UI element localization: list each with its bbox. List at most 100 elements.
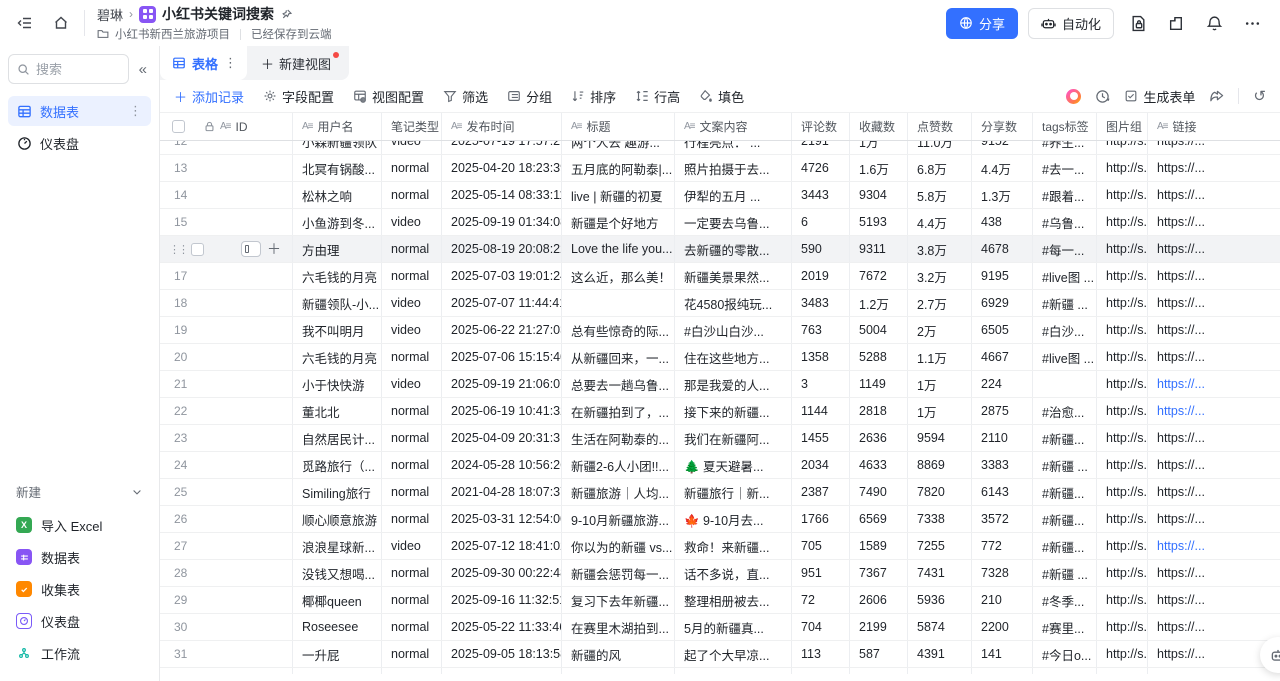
cell-title[interactable]: 总有些惊奇的际... <box>562 317 675 343</box>
cell-likes[interactable]: 8869 <box>908 452 972 478</box>
cell-id[interactable]: 26 <box>160 506 293 532</box>
cell-id[interactable]: 12 <box>160 141 293 154</box>
cell-time[interactable]: 2025-05-22 11:33:46 <box>442 614 562 640</box>
cell-likes[interactable]: 1.1万 <box>908 344 972 370</box>
cell-tags[interactable]: #新疆 ... <box>1033 560 1097 586</box>
cell-username[interactable]: 我不叫明月 <box>293 317 382 343</box>
cell-pics[interactable]: http://s... <box>1097 344 1148 370</box>
cell-shares[interactable]: 7328 <box>972 560 1033 586</box>
cell-favs[interactable]: 5004 <box>850 317 908 343</box>
automation-button[interactable]: 自动化 <box>1028 8 1114 39</box>
cell-time[interactable]: 2025-09-19 01:34:08 <box>442 209 562 235</box>
cell-type[interactable]: normal <box>382 182 442 208</box>
cell-shares[interactable] <box>972 668 1033 674</box>
cell-favs[interactable]: 5193 <box>850 209 908 235</box>
cell-comments[interactable]: 3 <box>792 371 850 397</box>
create-item-excel[interactable]: X导入 Excel <box>8 511 151 539</box>
cell-favs[interactable]: 4633 <box>850 452 908 478</box>
cell-title[interactable]: 新疆旅游｜人均... <box>562 479 675 505</box>
field-config-button[interactable]: 字段配置 <box>263 87 334 106</box>
chevron-down-icon[interactable] <box>131 486 143 498</box>
cell-type[interactable]: normal <box>382 452 442 478</box>
sidebar-item-dashboard[interactable]: 仪表盘 <box>8 128 151 158</box>
cell-username[interactable]: Similing旅行 <box>293 479 382 505</box>
cell-comments[interactable]: 1144 <box>792 398 850 424</box>
cell-comments[interactable]: 72 <box>792 587 850 613</box>
cell-comments[interactable]: 590 <box>792 236 850 262</box>
cell-id[interactable]: 29 <box>160 587 293 613</box>
cell-type[interactable]: video <box>382 290 442 316</box>
cell-likes[interactable] <box>908 668 972 674</box>
cell-id[interactable]: 19 <box>160 317 293 343</box>
cell-link[interactable]: https://... <box>1148 182 1280 208</box>
cell-title[interactable]: 从新疆回来，一... <box>562 344 675 370</box>
cell-tags[interactable]: #live图 ... <box>1033 344 1097 370</box>
cell-link[interactable]: https://... <box>1148 236 1280 262</box>
cell-title[interactable]: 两个人去 趣游... <box>562 141 675 154</box>
cell-likes[interactable]: 4391 <box>908 641 972 667</box>
tab-grid-view[interactable]: 表格 ⋮ <box>160 46 247 80</box>
cell-shares[interactable]: 6929 <box>972 290 1033 316</box>
cell-pics[interactable]: http://s... <box>1097 560 1148 586</box>
cell-username[interactable]: 六毛钱的月亮 <box>293 344 382 370</box>
cell-title[interactable]: 生活在阿勒泰的... <box>562 425 675 451</box>
cell-username[interactable]: 董北北 <box>293 398 382 424</box>
share-button[interactable]: 分享 <box>946 8 1018 39</box>
cell-type[interactable]: video <box>382 317 442 343</box>
cell-shares[interactable]: 6505 <box>972 317 1033 343</box>
cell-favs[interactable]: 587 <box>850 641 908 667</box>
cell-pics[interactable]: http://s... <box>1097 398 1148 424</box>
cell-content[interactable]: 花4580报纯玩... <box>675 290 792 316</box>
cell-link[interactable]: https://... <box>1148 263 1280 289</box>
cell-username[interactable]: 顺心顺意旅游 <box>293 506 382 532</box>
column-header-tags[interactable]: tags标签 <box>1033 113 1097 140</box>
cell-shares[interactable]: 2110 <box>972 425 1033 451</box>
cell-type[interactable]: video <box>382 141 442 154</box>
cell-type[interactable]: normal <box>382 614 442 640</box>
cell-likes[interactable]: 7338 <box>908 506 972 532</box>
cell-pics[interactable]: http://s... <box>1097 209 1148 235</box>
cell-link[interactable]: https://... <box>1148 141 1280 154</box>
cell-time[interactable]: 2025-09-05 18:13:58 <box>442 641 562 667</box>
cell-type[interactable]: normal <box>382 344 442 370</box>
cell-username[interactable]: 小于快快游 <box>293 371 382 397</box>
cell-content[interactable]: 接下来的新疆... <box>675 398 792 424</box>
cell-username[interactable]: 小森新疆领队 <box>293 141 382 154</box>
cell-shares[interactable]: 224 <box>972 371 1033 397</box>
cell-shares[interactable]: 1.3万 <box>972 182 1033 208</box>
view-config-button[interactable]: 视图配置 <box>353 87 424 106</box>
cell-username[interactable]: 一升屁 <box>293 641 382 667</box>
cell-link[interactable]: https://... <box>1148 209 1280 235</box>
cell-comments[interactable]: 2191 <box>792 141 850 154</box>
cell-time[interactable] <box>442 668 562 674</box>
column-header-content[interactable]: A≡文案内容 <box>675 113 792 140</box>
cell-content[interactable]: 话不多说，直... <box>675 560 792 586</box>
cell-link[interactable]: https://... <box>1148 317 1280 343</box>
cell-id[interactable]: 15 <box>160 209 293 235</box>
cell-link[interactable]: https://... <box>1148 506 1280 532</box>
cell-tags[interactable]: #治愈... <box>1033 398 1097 424</box>
cell-title[interactable]: 这么近，那么美！ <box>562 263 675 289</box>
cell-id[interactable]: 18 <box>160 290 293 316</box>
cell-type[interactable]: normal <box>382 398 442 424</box>
plugin-icon[interactable] <box>1162 9 1190 37</box>
notifications-bell-icon[interactable] <box>1200 9 1228 37</box>
file-security-icon[interactable] <box>1124 9 1152 37</box>
cell-title[interactable]: 在新疆拍到了，... <box>562 398 675 424</box>
cell-tags[interactable]: #新疆... <box>1033 425 1097 451</box>
cell-link[interactable]: https://... <box>1148 479 1280 505</box>
cell-content[interactable]: 去新疆的零散... <box>675 236 792 262</box>
cell-shares[interactable]: 3572 <box>972 506 1033 532</box>
cell-type[interactable]: normal <box>382 263 442 289</box>
cell-likes[interactable]: 5.8万 <box>908 182 972 208</box>
cell-link[interactable]: https://... <box>1148 452 1280 478</box>
cell-type[interactable]: normal <box>382 236 442 262</box>
cell-link[interactable]: https://... <box>1148 290 1280 316</box>
cell-link[interactable]: https://... <box>1148 425 1280 451</box>
cell-favs[interactable]: 7367 <box>850 560 908 586</box>
cell-tags[interactable]: #新疆... <box>1033 506 1097 532</box>
cell-pics[interactable]: http://s... <box>1097 587 1148 613</box>
filter-button[interactable]: 筛选 <box>443 87 488 106</box>
cell-title[interactable]: 新疆会惩罚每一... <box>562 560 675 586</box>
add-record-button[interactable]: ＋ 添加记录 <box>174 87 244 106</box>
